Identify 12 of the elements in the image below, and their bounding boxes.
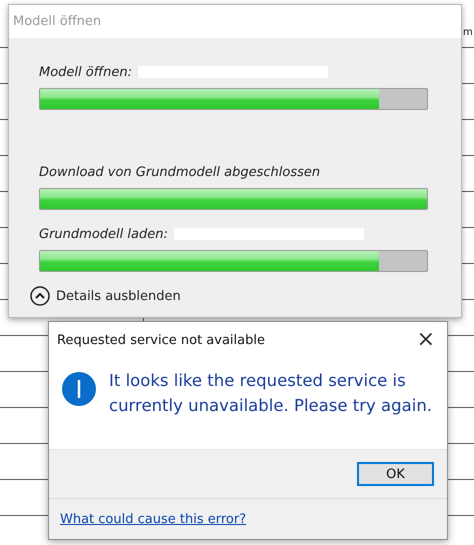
details-toggle[interactable]: Details ausblenden xyxy=(30,286,181,306)
info-icon xyxy=(61,371,97,407)
window-title: Modell öffnen xyxy=(13,14,102,29)
step-label: Download von Grundmodell abgeschlossen xyxy=(39,164,320,180)
table-cell-text: m xyxy=(463,26,473,39)
step-label: Grundmodell laden: xyxy=(39,226,168,242)
close-button[interactable]: × xyxy=(414,329,437,351)
dialog-title: Requested service not available xyxy=(57,332,265,348)
error-message: It looks like the requested service is currently unavailable. Please try again. xyxy=(109,370,434,417)
step-label: Modell öffnen: xyxy=(39,64,132,80)
ok-button[interactable]: OK xyxy=(357,462,434,486)
help-link[interactable]: What could cause this error? xyxy=(60,512,246,526)
